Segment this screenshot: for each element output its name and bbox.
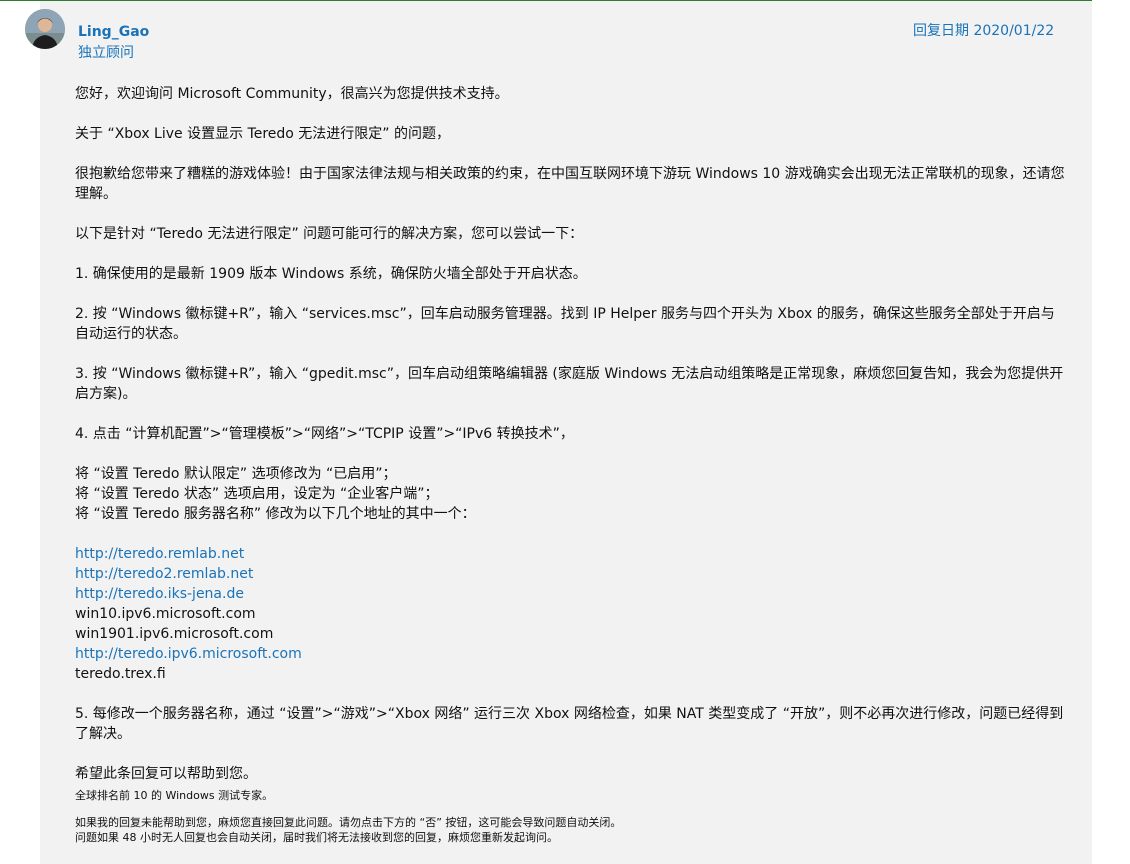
signature-text: 全球排名前 10 的 Windows 测试专家。 <box>75 789 274 802</box>
reply-content: 您好，欢迎询问 Microsoft Community，很高兴为您提供技术支持。… <box>75 84 1065 845</box>
server-text-5: win1901.ipv6.microsoft.com <box>75 626 274 642</box>
apology-text: 很抱歉给您带来了糟糕的游戏体验！由于国家法律法规与相关政策的约束，在中国互联网环… <box>75 166 1065 202</box>
step-3: 3. 按 “Windows 徽标键+R”，输入 “gpedit.msc”，回车启… <box>75 366 1064 402</box>
server-text-7: teredo.trex.fi <box>75 666 166 682</box>
server-text-4: win10.ipv6.microsoft.com <box>75 606 256 622</box>
setting-1: 将 “设置 Teredo 默认限定” 选项修改为 “已启用”； <box>75 466 397 482</box>
server-list: http://teredo.remlab.net http://teredo2.… <box>75 544 1065 684</box>
reply-date[interactable]: 回复日期 2020/01/22 <box>913 22 1054 40</box>
setting-2: 将 “设置 Teredo 状态” 选项启用，设定为 “企业客户端”； <box>75 486 439 502</box>
teredo-settings: 将 “设置 Teredo 默认限定” 选项修改为 “已启用”； 将 “设置 Te… <box>75 464 1065 524</box>
avatar-image <box>25 9 65 49</box>
step-2: 2. 按 “Windows 徽标键+R”，输入 “services.msc”，回… <box>75 306 1055 342</box>
step-1: 1. 确保使用的是最新 1909 版本 Windows 系统，确保防火墙全部处于… <box>75 266 587 282</box>
note-line-1: 如果我的回复未能帮助到您，麻烦您直接回复此问题。请勿点击下方的 “否” 按钮，这… <box>75 816 622 829</box>
server-link-2[interactable]: http://teredo2.remlab.net <box>75 566 253 582</box>
greeting-text: 您好，欢迎询问 Microsoft Community，很高兴为您提供技术支持。 <box>75 86 509 102</box>
server-link-1[interactable]: http://teredo.remlab.net <box>75 546 244 562</box>
step-5: 5. 每修改一个服务器名称，通过 “设置”>“游戏”>“Xbox 网络” 运行三… <box>75 706 1064 742</box>
author-avatar[interactable] <box>25 9 65 49</box>
author-title[interactable]: 独立顾问 <box>78 44 134 62</box>
intro-text: 以下是针对 “Teredo 无法进行限定” 问题可能可行的解决方案，您可以尝试一… <box>75 226 584 242</box>
about-text: 关于 “Xbox Live 设置显示 Teredo 无法进行限定” 的问题， <box>75 126 450 142</box>
note-line-2: 问题如果 48 小时无人回复也会自动关闭，届时我们将无法接收到您的回复，麻烦您重… <box>75 831 558 844</box>
author-name[interactable]: Ling_Gao <box>78 23 149 41</box>
server-link-3[interactable]: http://teredo.iks-jena.de <box>75 586 244 602</box>
step-4: 4. 点击 “计算机配置”>“管理模板”>“网络”>“TCPIP 设置”>“IP… <box>75 426 574 442</box>
setting-3: 将 “设置 Teredo 服务器名称” 修改为以下几个地址的其中一个： <box>75 506 476 522</box>
closing-text: 希望此条回复可以帮助到您。 <box>75 766 257 782</box>
server-link-6[interactable]: http://teredo.ipv6.microsoft.com <box>75 646 302 662</box>
